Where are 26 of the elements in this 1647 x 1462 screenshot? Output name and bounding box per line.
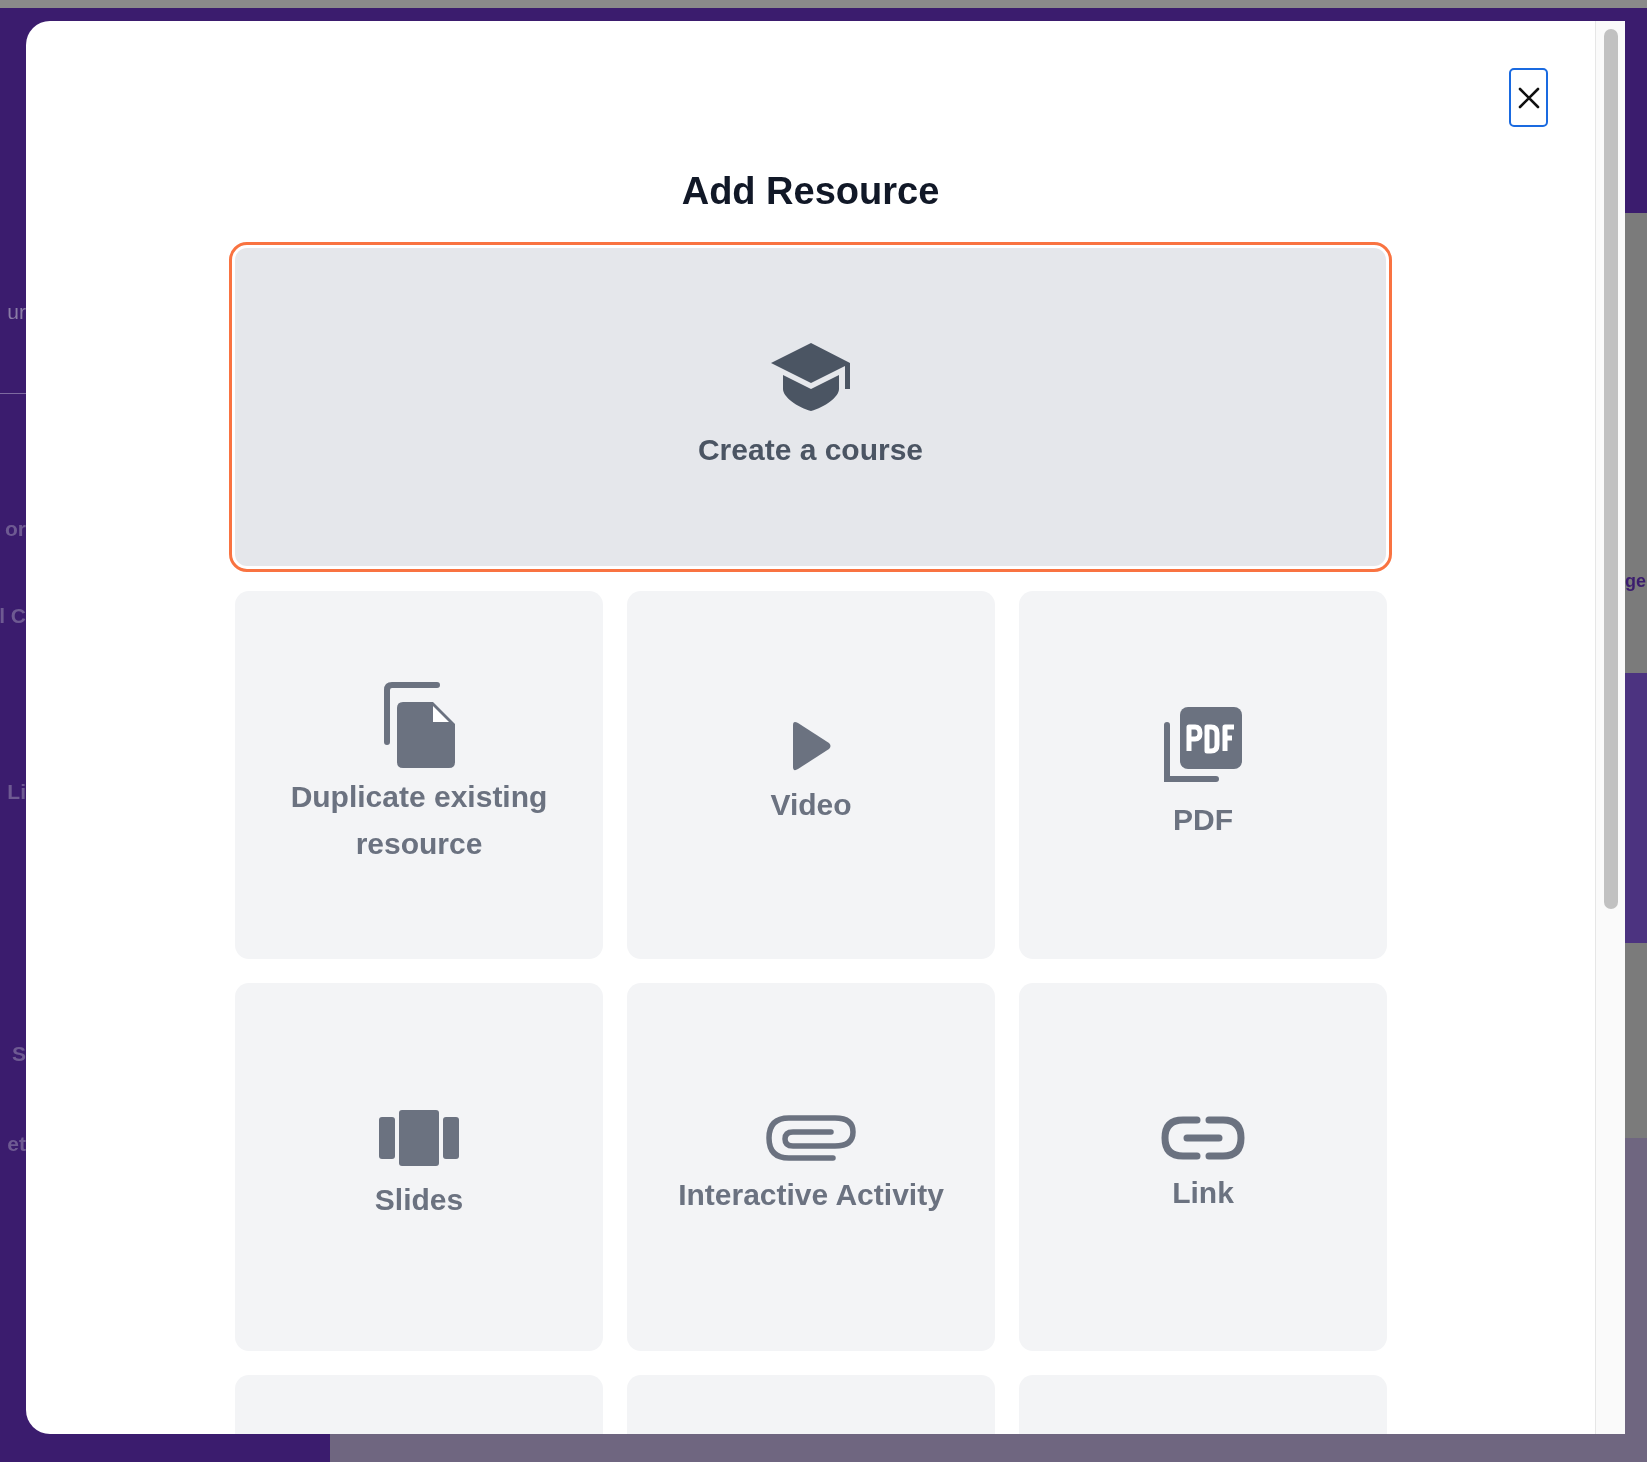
resource-option[interactable]: Video: [627, 590, 995, 959]
resource-option[interactable]: [1019, 1374, 1387, 1434]
link-icon: [1161, 1116, 1245, 1161]
resource-option[interactable]: Duplicate existing resource: [235, 590, 603, 959]
background-text: ge: [1625, 570, 1646, 593]
resource-option[interactable]: [235, 1374, 603, 1434]
background-text: S: [12, 1041, 26, 1067]
scrollbar[interactable]: [1595, 21, 1625, 1434]
resource-option[interactable]: Link: [1019, 982, 1387, 1351]
resource-option[interactable]: Interactive Activity: [627, 982, 995, 1351]
dialog-title: Add Resource: [681, 169, 940, 214]
resource-option[interactable]: Slides: [235, 982, 603, 1351]
play-icon: [790, 720, 832, 773]
close-button[interactable]: [1509, 68, 1548, 127]
close-icon: [1516, 85, 1541, 110]
background-text: ur: [7, 299, 26, 325]
slides-icon: [378, 1109, 460, 1168]
background-text: et: [7, 1131, 26, 1157]
background-text: or: [5, 516, 26, 542]
scrollbar-thumb[interactable]: [1604, 29, 1618, 909]
resource-option[interactable]: [627, 1374, 995, 1434]
copy-icon: [381, 682, 457, 771]
background-text: Li: [7, 779, 26, 805]
background-text: l C: [0, 603, 26, 629]
paperclip-icon: [765, 1114, 857, 1163]
resource-option[interactable]: PDF: [1019, 590, 1387, 959]
